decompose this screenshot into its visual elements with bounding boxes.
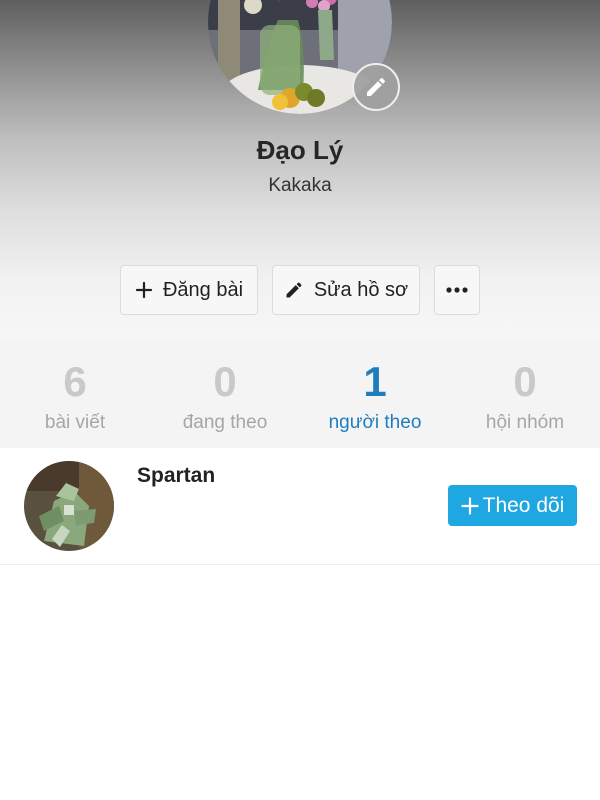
stat-following-label: đang theo bbox=[182, 412, 268, 433]
profile-name: Đạo Lý bbox=[256, 135, 344, 165]
profile-header: Đạo Lý Kakaka Đăng bài Sửa hồ sơ bbox=[0, 0, 600, 340]
plus-icon bbox=[461, 496, 479, 515]
stat-groups-label: hội nhóm bbox=[485, 412, 565, 433]
stat-groups[interactable]: 0 hội nhóm bbox=[450, 340, 600, 448]
profile-avatar-wrap bbox=[208, 0, 400, 114]
stat-posts-count: 6 bbox=[63, 358, 87, 405]
edit-profile-button[interactable]: Sửa hồ sơ bbox=[272, 265, 420, 315]
more-options-button[interactable] bbox=[434, 265, 480, 315]
stat-following-count: 0 bbox=[213, 358, 237, 405]
follower-name[interactable]: Spartan bbox=[137, 464, 215, 488]
edit-profile-label: Sửa hồ sơ bbox=[313, 278, 409, 301]
stat-posts-label: bài viết bbox=[44, 412, 106, 433]
pencil-icon bbox=[367, 77, 386, 96]
stat-followers[interactable]: 1 người theo bbox=[300, 340, 450, 448]
stat-following[interactable]: 0 đang theo bbox=[150, 340, 300, 448]
stat-groups-count: 0 bbox=[513, 358, 537, 405]
stat-followers-count: 1 bbox=[363, 358, 387, 405]
follow-button[interactable]: Theo dõi bbox=[448, 485, 577, 526]
pencil-icon bbox=[286, 282, 302, 298]
stat-followers-label: người theo bbox=[328, 412, 422, 433]
post-button[interactable]: Đăng bài bbox=[120, 265, 258, 315]
post-button-label: Đăng bài bbox=[162, 278, 244, 301]
edit-avatar-button[interactable] bbox=[352, 63, 400, 111]
plus-icon bbox=[135, 281, 153, 299]
follow-button-label: Theo dõi bbox=[482, 493, 565, 517]
profile-stats: 6 bài viết 0 đang theo 1 người theo 0 hộ… bbox=[0, 340, 600, 448]
profile-bio: Kakaka bbox=[268, 175, 332, 196]
stat-posts[interactable]: 6 bài viết bbox=[0, 340, 150, 448]
follower-avatar[interactable] bbox=[24, 461, 114, 551]
ellipsis-icon bbox=[446, 287, 468, 293]
